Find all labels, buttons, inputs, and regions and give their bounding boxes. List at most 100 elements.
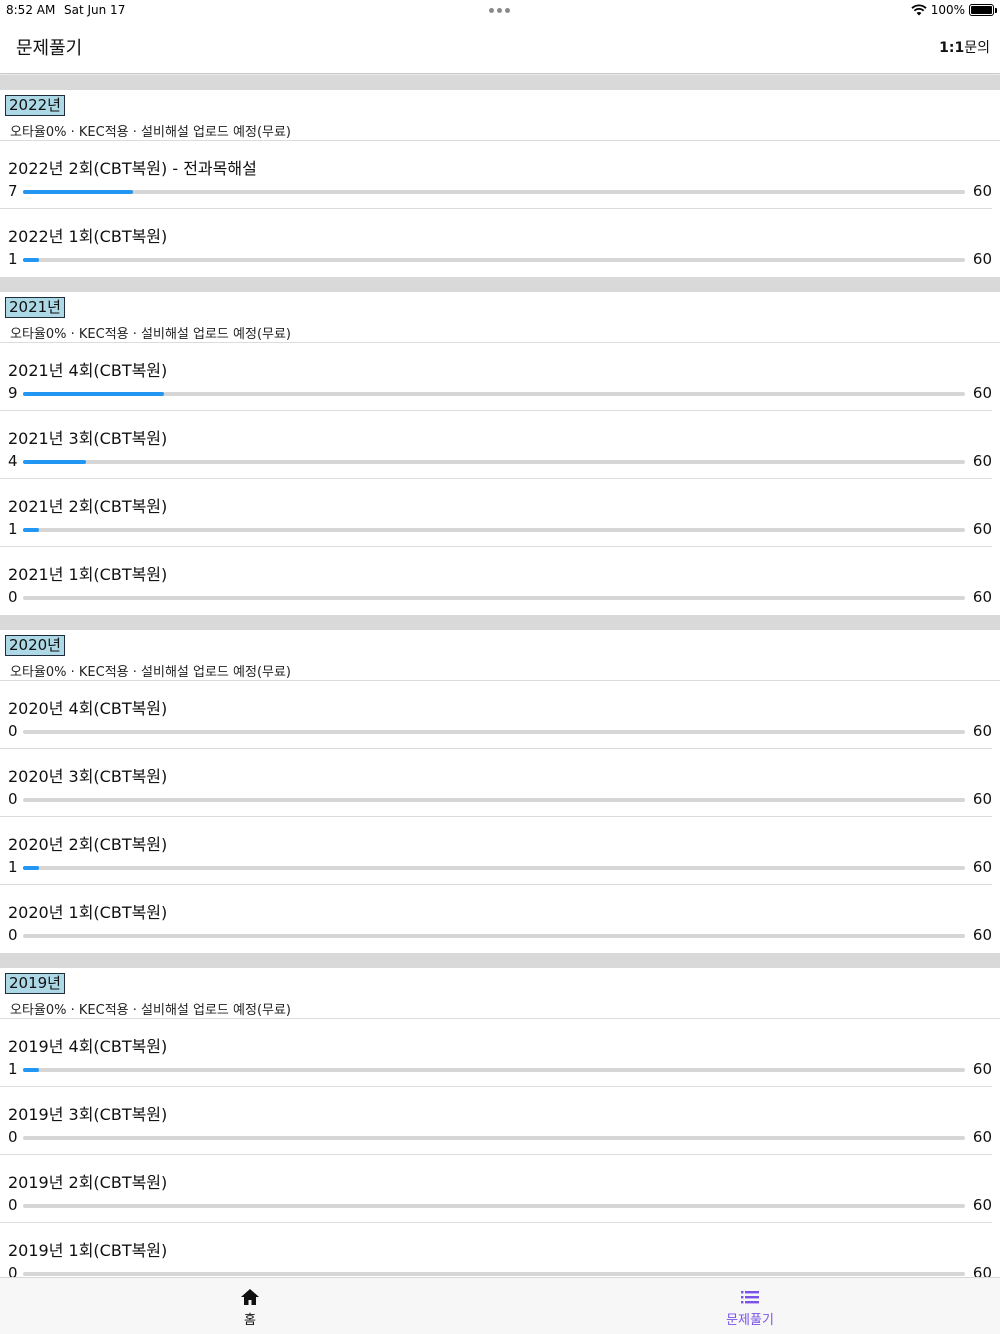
solved-count: 0 <box>8 1196 18 1214</box>
exam-row[interactable]: 2020년 3회(CBT복원) 0 60 <box>0 749 992 817</box>
solved-count: 7 <box>8 182 18 200</box>
tab-home-label: 홈 <box>244 1313 256 1328</box>
year-badge: 2021년 <box>5 297 65 318</box>
multitasking-dots-icon[interactable] <box>489 8 510 13</box>
year-section-2021: 2021년 오타율0% · KEC적용 · 설비해설 업로드 예정(무료) 20… <box>0 277 1000 615</box>
progress-bar <box>23 392 965 396</box>
section-header: 2022년 오타율0% · KEC적용 · 설비해설 업로드 예정(무료) <box>0 90 1000 141</box>
total-count: 60 <box>972 1060 992 1078</box>
progress-bar <box>23 934 965 938</box>
section-header: 2019년 오타율0% · KEC적용 · 설비해설 업로드 예정(무료) <box>0 968 1000 1019</box>
exam-row[interactable]: 2019년 2회(CBT복원) 0 60 <box>0 1155 992 1223</box>
solved-count: 4 <box>8 452 18 470</box>
progress-bar <box>23 258 965 262</box>
section-description: 오타율0% · KEC적용 · 설비해설 업로드 예정(무료) <box>10 665 292 680</box>
exam-title: 2020년 1회(CBT복원) <box>8 903 168 922</box>
exam-title: 2019년 2회(CBT복원) <box>8 1173 168 1192</box>
total-count: 60 <box>972 384 992 402</box>
tab-problem-solving-label: 문제풀기 <box>726 1313 774 1328</box>
exam-row[interactable]: 2019년 4회(CBT복원) 1 60 <box>0 1019 992 1087</box>
progress-bar <box>23 190 965 194</box>
exam-title: 2020년 2회(CBT복원) <box>8 835 168 854</box>
page-title: 문제풀기 <box>16 38 83 59</box>
exam-row[interactable]: 2020년 4회(CBT복원) 0 60 <box>0 681 992 749</box>
exam-row[interactable]: 2021년 1회(CBT복원) 0 60 <box>0 547 992 615</box>
solved-count: 1 <box>8 858 18 876</box>
exam-title: 2022년 1회(CBT복원) <box>8 227 168 246</box>
year-badge: 2022년 <box>5 95 65 116</box>
solved-count: 9 <box>8 384 18 402</box>
total-count: 60 <box>972 182 992 200</box>
solved-count: 1 <box>8 1060 18 1078</box>
status-date: Sat Jun 17 <box>64 3 126 17</box>
progress-bar <box>23 730 965 734</box>
exam-title: 2021년 4회(CBT복원) <box>8 361 168 380</box>
exam-row[interactable]: 2021년 2회(CBT복원) 1 60 <box>0 479 992 547</box>
progress-fill <box>23 190 134 194</box>
inquiry-label: 문의 <box>964 40 990 56</box>
exam-row[interactable]: 2022년 1회(CBT복원) 1 60 <box>0 209 992 277</box>
exam-title: 2019년 4회(CBT복원) <box>8 1037 168 1056</box>
status-bar: 8:52 AM Sat Jun 17 100% <box>0 0 1000 20</box>
section-header: 2021년 오타율0% · KEC적용 · 설비해설 업로드 예정(무료) <box>0 292 1000 343</box>
year-section-2019: 2019년 오타율0% · KEC적용 · 설비해설 업로드 예정(무료) 20… <box>0 953 1000 1277</box>
solved-count: 0 <box>8 1264 18 1277</box>
list-icon <box>741 1291 759 1304</box>
section-divider <box>0 615 1000 630</box>
year-badge: 2020년 <box>5 635 65 656</box>
progress-bar <box>23 460 965 464</box>
total-count: 60 <box>972 1264 992 1277</box>
progress-fill <box>23 1068 39 1072</box>
exam-title: 2021년 1회(CBT복원) <box>8 565 168 584</box>
progress-fill <box>23 866 39 870</box>
total-count: 60 <box>972 250 992 268</box>
exam-row[interactable]: 2020년 2회(CBT복원) 1 60 <box>0 817 992 885</box>
progress-bar <box>23 798 965 802</box>
tab-problem-solving[interactable]: 문제풀기 <box>500 1278 1000 1334</box>
exam-row[interactable]: 2022년 2회(CBT복원) - 전과목해설 7 60 <box>0 141 992 209</box>
exam-title: 2020년 3회(CBT복원) <box>8 767 168 786</box>
battery-percent: 100% <box>930 3 965 17</box>
progress-fill <box>23 460 87 464</box>
exam-row[interactable]: 2019년 3회(CBT복원) 0 60 <box>0 1087 992 1155</box>
total-count: 60 <box>972 722 992 740</box>
progress-fill <box>23 258 39 262</box>
progress-bar <box>23 1272 965 1276</box>
battery-icon <box>969 4 997 16</box>
exam-row[interactable]: 2019년 1회(CBT복원) 0 60 <box>0 1223 992 1277</box>
total-count: 60 <box>972 1128 992 1146</box>
progress-fill <box>23 392 165 396</box>
exam-title: 2019년 1회(CBT복원) <box>8 1241 168 1260</box>
solved-count: 0 <box>8 722 18 740</box>
progress-bar <box>23 1068 965 1072</box>
tab-bar: 홈 문제풀기 <box>0 1277 1000 1334</box>
exam-row[interactable]: 2020년 1회(CBT복원) 0 60 <box>0 885 992 953</box>
exam-list[interactable]: 2022년 오타율0% · KEC적용 · 설비해설 업로드 예정(무료) 20… <box>0 75 1000 1277</box>
exam-row[interactable]: 2021년 3회(CBT복원) 4 60 <box>0 411 992 479</box>
status-time: 8:52 AM <box>6 3 56 17</box>
total-count: 60 <box>972 858 992 876</box>
progress-bar <box>23 1136 965 1140</box>
solved-count: 1 <box>8 250 18 268</box>
solved-count: 0 <box>8 1128 18 1146</box>
total-count: 60 <box>972 520 992 538</box>
total-count: 60 <box>972 1196 992 1214</box>
exam-title: 2020년 4회(CBT복원) <box>8 699 168 718</box>
wifi-icon <box>911 4 927 16</box>
progress-fill <box>23 528 39 532</box>
app-header: 문제풀기 1:1문의 <box>0 20 1000 74</box>
exam-title: 2021년 3회(CBT복원) <box>8 429 168 448</box>
exam-title: 2021년 2회(CBT복원) <box>8 497 168 516</box>
total-count: 60 <box>972 790 992 808</box>
exam-row[interactable]: 2021년 4회(CBT복원) 9 60 <box>0 343 992 411</box>
total-count: 60 <box>972 452 992 470</box>
tab-home[interactable]: 홈 <box>0 1278 500 1334</box>
section-description: 오타율0% · KEC적용 · 설비해설 업로드 예정(무료) <box>10 327 292 342</box>
progress-bar <box>23 596 965 600</box>
total-count: 60 <box>972 926 992 944</box>
solved-count: 1 <box>8 520 18 538</box>
total-count: 60 <box>972 588 992 606</box>
section-header: 2020년 오타율0% · KEC적용 · 설비해설 업로드 예정(무료) <box>0 630 1000 681</box>
inquiry-button[interactable]: 1:1문의 <box>939 37 990 57</box>
solved-count: 0 <box>8 790 18 808</box>
